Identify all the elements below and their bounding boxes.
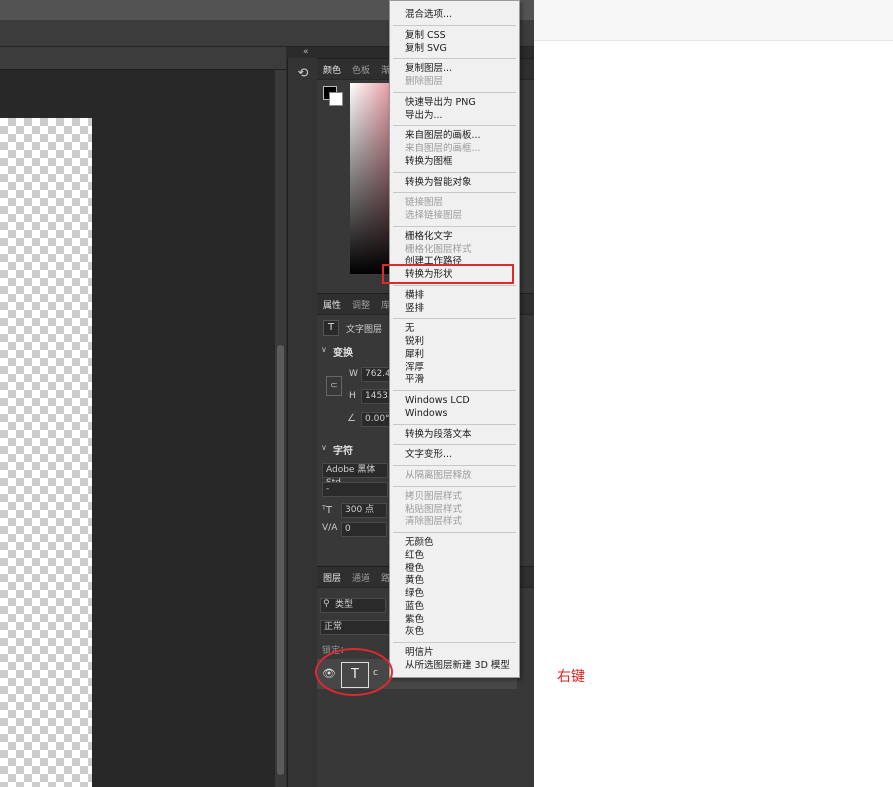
transparent-canvas[interactable] xyxy=(0,118,92,787)
font-size-icon: ᵀT xyxy=(322,505,332,516)
menu-item: 粘贴图层样式 xyxy=(405,503,463,515)
canvas-area[interactable] xyxy=(0,70,275,787)
height-label: H xyxy=(349,391,356,401)
right-blank-area xyxy=(534,0,893,787)
menu-item[interactable]: 橙色 xyxy=(405,563,424,575)
menu-separator xyxy=(393,225,516,227)
font-size-field[interactable]: 300 点 xyxy=(341,503,387,518)
menu-item[interactable]: 横排 xyxy=(405,290,424,302)
menu-item[interactable]: 绿色 xyxy=(405,588,424,600)
font-style-select[interactable]: - xyxy=(322,482,388,497)
tracking-icon: V/A xyxy=(322,523,338,533)
menu-item[interactable]: 快速导出为 PNG xyxy=(405,97,476,109)
menu-separator xyxy=(393,485,516,487)
layer-context-menu: 混合选项... 复制 CSS 复制 SVG 复制图层... 删除图层快速导出为 PNG 导… xyxy=(389,0,520,678)
menu-item[interactable]: 来自图层的画板... xyxy=(405,130,481,142)
menu-item: 栅格化图层样式 xyxy=(405,243,472,255)
tab-layers[interactable]: 图层 xyxy=(323,571,341,584)
menu-item[interactable]: 紫色 xyxy=(405,614,424,626)
menu-item[interactable]: 从所选图层新建 3D 模型 xyxy=(405,660,510,672)
menu-item[interactable]: 红色 xyxy=(405,550,424,562)
menu-item[interactable]: 无颜色 xyxy=(405,537,434,549)
annotation-right-click: 右键 xyxy=(557,669,585,685)
menu-separator xyxy=(393,318,516,320)
menu-item[interactable]: Windows xyxy=(405,408,447,420)
transform-section-title: 变换 xyxy=(333,348,353,359)
menu-item[interactable]: 栅格化文字 xyxy=(405,231,453,243)
menu-separator xyxy=(393,423,516,425)
history-icon[interactable]: ⟲ xyxy=(295,66,311,82)
menu-item[interactable]: 平滑 xyxy=(405,374,424,386)
character-chevron-icon[interactable]: ∨ xyxy=(321,443,327,452)
menu-item: 从隔离图层释放 xyxy=(405,470,472,481)
menu-separator xyxy=(393,171,516,173)
menu-separator xyxy=(393,390,516,391)
blend-mode-select[interactable]: 正常 xyxy=(320,620,390,635)
menu-item[interactable]: Windows LCD xyxy=(405,395,470,407)
background-color-swatch[interactable] xyxy=(329,92,343,106)
tab-adjustments[interactable]: 调整 xyxy=(352,298,370,311)
layer-type-label: 文字图层 xyxy=(346,325,383,335)
tab-swatches[interactable]: 色板 xyxy=(352,63,370,76)
menu-item[interactable]: 黄色 xyxy=(405,575,424,587)
menu-item[interactable]: 浑厚 xyxy=(405,362,424,374)
menu-separator xyxy=(393,192,516,194)
highlight-box-convert-to-shape xyxy=(382,264,514,284)
menu-item[interactable]: 转换为智能对象 xyxy=(405,177,472,189)
menu-item[interactable]: 灰色 xyxy=(405,626,424,638)
highlight-circle-layer xyxy=(315,648,393,696)
menu-item[interactable]: 转换为图框 xyxy=(405,156,453,168)
link-dimensions-icon[interactable]: ⊂ xyxy=(326,376,342,396)
right-toolbar-strip xyxy=(534,0,893,41)
menu-separator xyxy=(393,444,516,446)
color-picker-field[interactable] xyxy=(350,83,390,274)
menu-item[interactable]: 竖排 xyxy=(405,303,424,315)
document-tab-bar xyxy=(0,47,286,70)
menu-item[interactable]: 复制 SVG xyxy=(405,43,447,55)
menu-item[interactable]: 导出为... xyxy=(405,110,443,122)
font-family-select[interactable]: Adobe 黑体 Std xyxy=(322,463,388,488)
menu-item[interactable]: 文字变形... xyxy=(405,449,452,461)
tab-color[interactable]: 颜色 xyxy=(323,63,341,76)
menu-separator xyxy=(393,58,516,60)
search-icon: ⚲ xyxy=(323,599,330,609)
menu-item: 链接图层 xyxy=(405,197,444,209)
character-section-title: 字符 xyxy=(333,446,353,457)
text-layer-icon: T xyxy=(323,320,339,336)
menu-item: 清除图层样式 xyxy=(405,516,463,528)
vertical-scrollbar[interactable] xyxy=(275,70,286,787)
menu-separator xyxy=(393,125,516,127)
menu-item[interactable]: 转换为段落文本 xyxy=(405,429,472,441)
panel-icon-strip: ⟲ xyxy=(287,58,317,787)
menu-separator xyxy=(393,284,516,286)
menu-item[interactable]: 明信片 xyxy=(405,647,434,659)
scroll-thumb[interactable] xyxy=(277,345,284,775)
menu-separator xyxy=(393,91,516,93)
tab-properties[interactable]: 属性 xyxy=(323,298,341,311)
menu-item[interactable]: 锐利 xyxy=(405,336,424,348)
menu-item[interactable]: 复制图层... xyxy=(405,63,452,75)
menu-item[interactable]: 混合选项... xyxy=(405,9,452,21)
menu-item: 拷贝图层样式 xyxy=(405,490,463,502)
menu-separator xyxy=(393,642,516,643)
tracking-field[interactable]: 0 xyxy=(341,522,387,537)
transform-chevron-icon[interactable]: ∨ xyxy=(321,345,327,354)
angle-icon: ∠ xyxy=(347,413,356,424)
menu-item: 选择链接图层 xyxy=(405,210,463,221)
width-label: W xyxy=(349,369,358,379)
menu-separator xyxy=(393,532,516,533)
menu-item[interactable]: 复制 CSS xyxy=(405,30,446,42)
menu-item[interactable]: 犀利 xyxy=(405,349,424,361)
menu-item[interactable]: 蓝色 xyxy=(405,601,424,613)
menu-item: 删除图层 xyxy=(405,76,444,87)
collapse-panels-icon[interactable]: « xyxy=(303,47,309,57)
menu-item: 来自图层的画框... xyxy=(405,143,481,154)
menu-separator xyxy=(393,465,516,466)
menu-item[interactable]: 无 xyxy=(405,323,415,335)
menu-separator xyxy=(393,24,516,26)
tab-channels[interactable]: 通道 xyxy=(352,571,370,584)
